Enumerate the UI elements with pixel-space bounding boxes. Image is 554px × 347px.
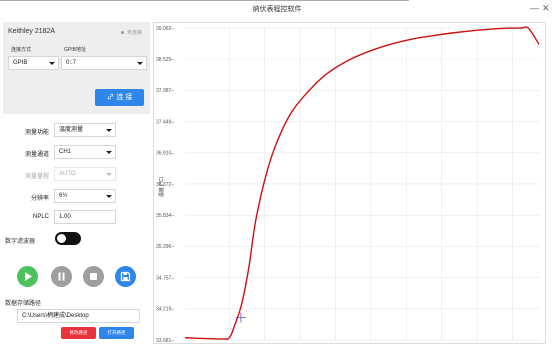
y-tick-label: 36.910– (156, 151, 174, 157)
chevron-down-icon (106, 173, 112, 176)
y-tick-label: 37.987– (156, 88, 174, 94)
channel-select[interactable]: CH1 (54, 145, 116, 159)
left-panel: Keithley 2182A 未连接 连接方式 GPIB地址 GPIB 0::7… (3, 22, 150, 344)
y-tick-label: 34.219– (156, 307, 174, 313)
digital-filter-label: 数字滤波器 (5, 239, 36, 245)
resolution-select[interactable]: 6½ (54, 189, 116, 203)
y-tick-label: 38.525– (156, 57, 174, 63)
nplc-label: NPLC (32, 214, 49, 220)
minimize-button[interactable]: — (530, 3, 539, 13)
connection-type-select[interactable]: GPIB (8, 56, 59, 70)
pause-icon (58, 272, 65, 281)
close-button[interactable]: ✕ (542, 3, 550, 14)
status-dot-icon (121, 31, 124, 34)
connection-card: Keithley 2182A 未连接 连接方式 GPIB地址 GPIB 0::7… (3, 22, 150, 114)
chevron-down-icon (49, 62, 55, 65)
digital-filter-toggle[interactable] (55, 232, 81, 245)
stop-button[interactable] (83, 266, 104, 287)
title-divider (0, 0, 409, 1)
range-select: AUTO (54, 167, 116, 181)
pause-button[interactable] (51, 266, 72, 287)
chart-panel: 33.681– 34.219– 34.757– 35.296– 35.834– 36.37… (153, 22, 546, 344)
chevron-down-icon (137, 62, 143, 65)
channel-label: 测量通道 (24, 152, 49, 158)
stop-icon (90, 273, 97, 280)
nplc-input[interactable]: 1.00 (54, 210, 116, 224)
window-title: 纳伏表程控软件 (252, 6, 302, 13)
path-label: 数据存储路径 (5, 301, 42, 307)
chevron-down-icon (106, 129, 112, 132)
temperature-chart[interactable]: 33.681–34.219–34.757–35.296–35.834–36.37… (153, 22, 546, 344)
connect-button[interactable]: 连 接 (95, 89, 144, 106)
open-path-button[interactable]: 打开路径 (99, 327, 134, 339)
save-button[interactable] (115, 266, 136, 287)
device-name: Keithley 2182A (8, 28, 56, 35)
play-icon (25, 272, 32, 281)
y-tick-label: 34.757– (156, 275, 174, 281)
select-path-button[interactable]: 修改路径 (61, 327, 96, 339)
gpib-address-label: GPIB地址 (64, 47, 86, 53)
y-axis-label: 温度 (°C) (158, 177, 165, 198)
link-icon (107, 93, 113, 100)
range-label: 测量量程 (24, 174, 49, 180)
y-tick-label: 39.062– (156, 26, 174, 32)
chevron-down-icon (106, 195, 112, 198)
path-input[interactable]: C:\Users\柄建成\Desktop (17, 309, 140, 323)
connection-type-label: 连接方式 (11, 47, 32, 53)
chevron-down-icon (106, 151, 112, 154)
function-label: 测量功能 (24, 130, 49, 136)
temperature-series-line (184, 26, 540, 340)
y-tick-label: 33.681– (156, 338, 174, 344)
y-tick-label: 35.296– (156, 244, 174, 250)
resolution-label: 分辨率 (30, 196, 49, 202)
gpib-address-select[interactable]: 0::7 (61, 56, 147, 70)
toggle-knob (57, 234, 66, 243)
connection-status: 未连接 (127, 30, 143, 36)
y-tick-label: 37.449– (156, 119, 174, 125)
start-button[interactable] (17, 266, 38, 287)
title-bar: 纳伏表程控软件 — ✕ (0, 0, 554, 18)
y-tick-label: 35.834– (156, 213, 174, 219)
function-select[interactable]: 温度测量 (54, 123, 116, 137)
save-icon (120, 271, 131, 282)
